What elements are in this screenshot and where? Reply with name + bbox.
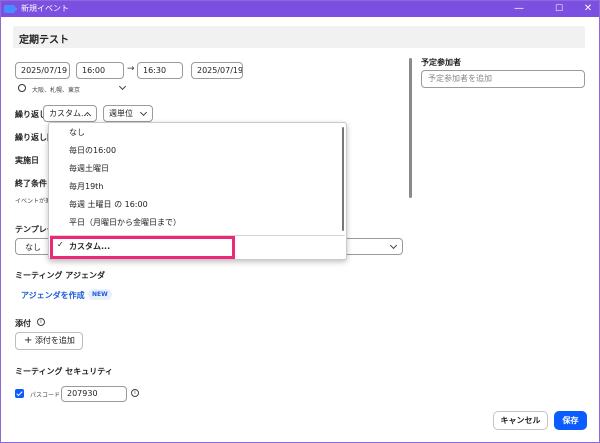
title-bar: 新規イベント — ☐ ✕ — [0, 0, 600, 17]
passcode-checkbox[interactable] — [15, 389, 24, 398]
menu-scrollbar[interactable] — [342, 127, 344, 231]
cancel-button[interactable]: キャンセル — [493, 411, 548, 430]
attendee-search-input[interactable]: 予定参加者を追加 — [421, 70, 585, 88]
highlight-box — [50, 236, 235, 259]
passcode-input[interactable]: 207930 — [61, 386, 127, 402]
recurrence-unit-select[interactable]: 週単位 — [103, 105, 153, 122]
agenda-label: ミーティング アジェンダ — [15, 271, 105, 280]
meeting-title-field[interactable]: 定期テスト — [13, 26, 585, 48]
close-button[interactable]: ✕ — [576, 0, 600, 17]
scrollbar[interactable] — [409, 58, 412, 198]
globe-icon — [18, 84, 26, 92]
end-time-field[interactable]: 16:30 — [137, 62, 183, 79]
menu-item-weekly-saturday[interactable]: 毎週土曜日 — [69, 163, 109, 174]
end-date-field[interactable]: 2025/07/19 (土 — [191, 62, 243, 79]
start-time-field[interactable]: 16:00 — [76, 62, 124, 79]
security-label: ミーティング セキュリティ — [15, 367, 113, 376]
day-label: 実施日 — [15, 156, 39, 165]
attachment-label: 添付 — [15, 319, 31, 328]
menu-item-weekly-saturday-time[interactable]: 毎週 土曜日 の 16:00 — [69, 199, 148, 210]
maximize-button[interactable]: ☐ — [547, 0, 571, 17]
info-icon[interactable]: i — [131, 389, 139, 397]
timezone-label[interactable]: 大阪、札幌、東京 — [32, 85, 80, 94]
save-button[interactable]: 保存 — [554, 411, 587, 430]
add-attachment-button[interactable]: + 添付を追加 — [15, 332, 83, 350]
minimize-button[interactable]: — — [507, 0, 531, 17]
zoom-app-icon — [4, 4, 18, 13]
menu-item-weekdays[interactable]: 平日（月曜日から金曜日まで） — [69, 217, 181, 228]
recurrence-unit-value: 週単位 — [109, 109, 133, 118]
end-condition-note: イベントが差 — [15, 198, 52, 205]
passcode-label: パスコード — [30, 392, 61, 399]
new-badge: NEW — [88, 289, 112, 300]
menu-item-daily[interactable]: 毎日の16:00 — [69, 145, 116, 156]
plus-icon: + — [24, 335, 33, 346]
start-date-field[interactable]: 2025/07/19 (土 — [15, 62, 70, 79]
end-condition-label: 終了条件 — [15, 179, 47, 188]
chevron-down-icon[interactable] — [118, 82, 127, 91]
window-title: 新規イベント — [21, 4, 69, 13]
chevron-down-icon — [389, 241, 398, 250]
create-agenda-link[interactable]: アジェンダを作成 — [21, 290, 85, 301]
add-attachment-label: 添付を追加 — [34, 336, 75, 345]
attendees-label: 予定参加者 — [421, 58, 461, 67]
arrow-icon: → — [127, 64, 135, 74]
info-icon[interactable]: i — [37, 318, 45, 326]
menu-item-none[interactable]: なし — [69, 127, 85, 138]
page-title: 定期テスト — [19, 35, 69, 46]
template-value: なし — [25, 243, 41, 252]
recurrence-value: カスタム... — [49, 109, 89, 118]
recurrence-select[interactable]: カスタム... — [43, 105, 97, 122]
chevron-down-icon — [139, 108, 148, 117]
menu-item-monthly[interactable]: 毎月19th — [69, 181, 103, 192]
